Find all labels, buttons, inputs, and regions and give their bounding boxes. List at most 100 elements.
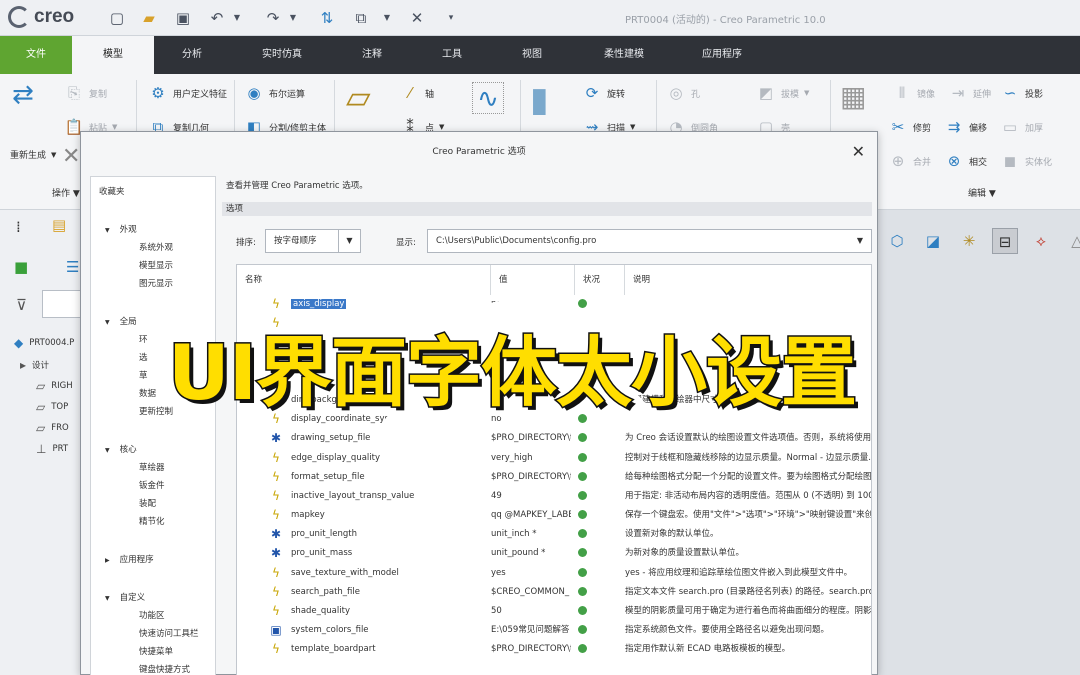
- nav-item[interactable]: 键盘快捷方式: [139, 663, 190, 675]
- tab-flexible-modeling[interactable]: 柔性建模: [588, 36, 660, 74]
- mirror-button[interactable]: ⫴ 镜像: [892, 84, 935, 102]
- nav-item[interactable]: 快捷菜单: [139, 645, 173, 657]
- filter-icon[interactable]: ⊽: [16, 296, 27, 314]
- table-row[interactable]: ϟ edge_display_quality very_high 控制对于线框和隐藏线…: [237, 449, 871, 468]
- part-icon[interactable]: ■: [14, 258, 28, 276]
- nav-item[interactable]: 环: [139, 333, 148, 345]
- tab-annotate[interactable]: 注释: [340, 36, 404, 74]
- tree-item[interactable]: ▱ FRO: [36, 421, 69, 435]
- plane-icon[interactable]: ▱: [346, 78, 371, 116]
- table-row[interactable]: ✱ drawing_setup_file $PRO_DIRECTORY\t 为 Cre…: [237, 429, 871, 448]
- tree-item[interactable]: ▱ RIGH: [36, 379, 73, 393]
- regenerate-icon[interactable]: ⇅: [316, 7, 338, 29]
- redo-dropdown-icon[interactable]: ▼: [282, 7, 304, 29]
- redo-icon[interactable]: ↷: [262, 7, 284, 29]
- warning-icon[interactable]: △: [1064, 228, 1080, 254]
- tab-file[interactable]: 文件: [0, 36, 72, 74]
- tab-model[interactable]: 模型: [72, 36, 154, 74]
- nav-item[interactable]: 功能区: [139, 609, 165, 621]
- table-row[interactable]: ϟ template_boardpart $PRO_DIRECTORY\t 指定用作默…: [237, 640, 871, 659]
- offset-button[interactable]: ⇉ 偏移: [944, 118, 987, 136]
- nav-item[interactable]: 精节化: [139, 515, 165, 527]
- sketch-icon[interactable]: ∿: [472, 82, 504, 114]
- nav-item[interactable]: 系统外观: [139, 241, 173, 253]
- extrude-icon[interactable]: ▮: [530, 80, 549, 120]
- nav-item[interactable]: 钣金件: [139, 479, 165, 491]
- table-row[interactable]: ϟ inactive_layout_transp_value 49 用于指定: 非活动…: [237, 487, 871, 506]
- tree-item[interactable]: ▸ 设计: [20, 358, 49, 372]
- spin-center-icon[interactable]: ✳: [956, 228, 982, 254]
- windows-dropdown-icon[interactable]: ▼: [376, 7, 398, 29]
- table-row[interactable]: ϟ search_path_file $CREO_COMMON_ 指定文本文件 sea…: [237, 583, 871, 602]
- nav-item[interactable]: 图元显示: [139, 277, 173, 289]
- close-window-icon[interactable]: ✕: [406, 7, 428, 29]
- nav-core[interactable]: 核心: [105, 443, 137, 455]
- nav-item[interactable]: 草: [139, 369, 148, 381]
- nav-item[interactable]: 草绘器: [139, 461, 165, 473]
- nav-overall[interactable]: 全局: [105, 315, 137, 327]
- tab-live-simulation[interactable]: 实时仿真: [246, 36, 318, 74]
- tab-tools[interactable]: 工具: [420, 36, 484, 74]
- table-row[interactable]: ϟ format_setup_file $PRO_DIRECTORY\t 给每种绘图格…: [237, 468, 871, 487]
- boolean-button[interactable]: ◉ 布尔运算: [244, 84, 305, 102]
- regenerate-button[interactable]: 重新生成 ▼: [10, 148, 56, 162]
- project-button[interactable]: ∽ 投影: [1000, 84, 1043, 102]
- undo-icon[interactable]: ↶: [206, 7, 228, 29]
- nav-favorites[interactable]: 收藏夹: [99, 185, 125, 197]
- sort-select[interactable]: 按字母顺序 ▼: [265, 229, 361, 253]
- nav-applications[interactable]: 应用程序: [105, 553, 154, 565]
- show-config-select[interactable]: C:\Users\Public\Documents\config.pro ▼: [427, 229, 872, 253]
- nav-item[interactable]: 装配: [139, 497, 156, 509]
- graphics-area[interactable]: [878, 210, 1080, 675]
- tree-filter-input[interactable]: [42, 290, 82, 318]
- save-icon[interactable]: ▣: [172, 7, 194, 29]
- axis-button[interactable]: ⁄ 轴: [400, 84, 434, 102]
- column-header-status[interactable]: 状况: [575, 265, 625, 295]
- hole-button[interactable]: ◎ 孔: [666, 84, 700, 102]
- nav-item[interactable]: 快速访问工具栏: [139, 627, 199, 639]
- table-row[interactable]: ϟ save_texture_with_model yes yes - 将应用纹理和追…: [237, 564, 871, 583]
- close-icon[interactable]: ✕: [852, 142, 865, 161]
- tree-settings-icon[interactable]: ☰: [66, 258, 79, 276]
- column-header-description[interactable]: 说明: [625, 265, 871, 295]
- revolve-button[interactable]: ⟳ 旋转: [582, 84, 625, 102]
- solidify-button[interactable]: ◼ 实体化: [1000, 152, 1052, 170]
- extend-button[interactable]: ⇥ 延伸: [948, 84, 991, 102]
- tree-root[interactable]: ◆ PRT0004.P: [14, 336, 74, 350]
- table-row[interactable]: ✱ pro_unit_mass unit_pound * 为新对象的质量设置默认单位。: [237, 544, 871, 563]
- view-orientation-icon[interactable]: ⬡: [884, 228, 910, 254]
- tab-view[interactable]: 视图: [500, 36, 564, 74]
- tab-analysis[interactable]: 分析: [160, 36, 224, 74]
- undo-dropdown-icon[interactable]: ▼: [226, 7, 248, 29]
- nav-appearance[interactable]: 外观: [105, 223, 137, 235]
- column-header-name[interactable]: 名称: [237, 265, 491, 295]
- intersect-button[interactable]: ⊗ 相交: [944, 152, 987, 170]
- nav-item[interactable]: 数据: [139, 387, 156, 399]
- thicken-button[interactable]: ▭ 加厚: [1000, 118, 1043, 136]
- column-header-value[interactable]: 值: [491, 265, 575, 295]
- pattern-icon[interactable]: ▦: [840, 80, 866, 113]
- open-folder-icon[interactable]: ▰: [138, 7, 160, 29]
- table-row[interactable]: ▣ system_colors_file E:\059常见问题解答 指定系统颜色文件。…: [237, 621, 871, 640]
- nav-customize[interactable]: 自定义: [105, 591, 146, 603]
- customize-toolbar-icon[interactable]: ▾: [440, 7, 462, 29]
- merge-button[interactable]: ⊕ 合并: [888, 152, 931, 170]
- delete-icon[interactable]: ✕: [62, 144, 80, 169]
- trim-button[interactable]: ✂ 修剪: [888, 118, 931, 136]
- table-row[interactable]: ϟ shade_quality 50 模型的阴影质量可用于确定为进行着色而将曲面细分的…: [237, 602, 871, 621]
- user-defined-feature-button[interactable]: ⚙ 用户定义特征: [148, 84, 227, 102]
- copy-button[interactable]: ⎘ 复制: [64, 84, 107, 102]
- windows-icon[interactable]: ⧉: [350, 7, 372, 29]
- draft-button[interactable]: ◩ 拔模 ▼: [756, 84, 810, 102]
- layers-icon[interactable]: ▤: [52, 216, 66, 234]
- tree-item[interactable]: ▱ TOP: [36, 400, 68, 414]
- datum-display-icon[interactable]: ◪: [920, 228, 946, 254]
- tree-item[interactable]: ⊥ PRT: [36, 442, 68, 456]
- table-row[interactable]: ✱ pro_unit_length unit_inch * 设置新对象的默认单位。: [237, 525, 871, 544]
- tab-applications[interactable]: 应用程序: [686, 36, 758, 74]
- regenerate-large-icon[interactable]: ⇄: [12, 80, 34, 110]
- network-icon[interactable]: ⟡: [1028, 228, 1054, 254]
- new-file-icon[interactable]: ▢: [106, 7, 128, 29]
- nav-item[interactable]: 模型显示: [139, 259, 173, 271]
- table-row[interactable]: ϟ mapkey qq @MAPKEY_LABE 保存一个键盘宏。使用"文件">"选项…: [237, 506, 871, 525]
